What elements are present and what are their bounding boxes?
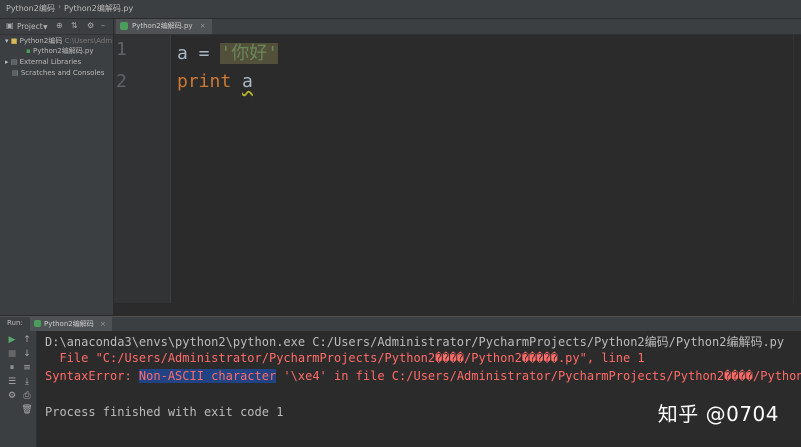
locate-icon[interactable]: ⊕ [56,21,63,31]
scratches-label: Scratches and Consoles [20,69,105,77]
tree-scratches[interactable]: ▤ Scratches and Consoles [12,69,104,78]
tree-root[interactable]: ▾ ■ Python2编码 C:\Users\Adm [5,37,112,46]
console-line-error: SyntaxError: Non-ASCII character '\xe4' … [45,369,801,383]
console-line-file: File "C:/Users/Administrator/PycharmProj… [45,351,644,365]
run-panel-header: Run: Python2编解码 × [0,316,801,331]
run-toolbar: ▶ ↑ ■ ↓ ⏸ ≡ ☰ ⤓ ⚙ ⎙ 🗑 [0,331,37,447]
watermark: 知乎 @0704 [657,402,779,426]
soft-wrap-icon[interactable]: ≡ [21,362,33,374]
editor-tab[interactable]: Python2编解码.py × [116,19,212,34]
scroll-to-end-icon[interactable]: ⤓ [21,376,33,388]
breadcrumb-project[interactable]: Python2编码 [6,3,55,14]
run-label: Run: [7,319,23,327]
folder-icon: ■ [10,37,18,45]
run-tab[interactable]: Python2编解码 × [30,317,112,331]
collapse-arrow-icon[interactable]: ▸ [5,58,9,66]
console-line-command: D:\anaconda3\envs\python2\python.exe C:/… [45,335,785,349]
navigation-bar: Python2编码 › Python2编解码.py [0,0,801,19]
line-number: 2 [116,71,127,92]
python-file-icon [120,22,128,30]
gear-icon[interactable]: ⚙ [87,21,94,31]
editor-tab-bar: Python2编解码.py × [114,19,801,35]
stop-icon[interactable]: ■ [6,348,18,360]
editor-tab-label: Python2编解码.py [132,22,193,30]
code-argument: a [242,71,253,92]
code-string: '你好' [220,43,279,64]
code-line-2[interactable]: print a [177,71,253,92]
python-file-icon [34,320,41,327]
project-header: ▣ Project ▼ ⊕ ⇅ ⚙ – [0,19,113,35]
dump-threads-icon[interactable]: ☰ [6,376,18,388]
selected-text: Non-ASCII character [138,369,277,383]
rerun-icon[interactable]: ▶ [6,334,18,346]
error-suffix: '\xe4' in file C:/Users/Administrator/Py… [276,369,801,383]
breadcrumb-file[interactable]: Python2编解码.py [64,3,133,14]
breadcrumb-separator-icon: › [58,2,62,11]
tree-root-label: Python2编码 [19,37,63,45]
hide-icon[interactable]: – [101,21,105,31]
library-icon: ▤ [10,58,18,66]
collapse-icon[interactable]: ⇅ [71,21,78,31]
code-line-1[interactable]: a = '你好' [177,39,279,65]
pause-icon[interactable]: ⏸ [6,362,18,374]
tree-file-item[interactable]: ▪ Python2编解码.py [26,47,94,56]
close-icon[interactable]: × [200,22,206,30]
tree-root-path: C:\Users\Adm [64,37,113,45]
code-variable: a [177,43,188,64]
tree-file-label: Python2编解码.py [32,47,94,55]
chevron-down-icon[interactable]: ▼ [43,23,48,33]
python-file-icon: ▪ [26,47,31,55]
code-operator: = [187,43,221,64]
down-arrow-icon[interactable]: ↓ [21,348,33,360]
run-tab-label: Python2编解码 [44,320,94,328]
console-line-exit: Process finished with exit code 1 [45,405,284,419]
project-label[interactable]: Project [17,22,43,31]
line-number: 1 [116,39,127,60]
scratches-icon: ▤ [12,69,19,77]
project-icon: ▣ [6,21,14,30]
code-keyword: print [177,71,232,92]
print-icon[interactable]: ⎙ [21,390,33,402]
expand-arrow-icon[interactable]: ▾ [5,37,9,45]
close-icon[interactable]: × [100,320,106,328]
error-prefix: SyntaxError: [45,369,139,383]
trash-icon[interactable]: 🗑 [21,404,33,416]
editor-scrollbar[interactable] [793,35,801,303]
settings-icon[interactable]: ⚙ [6,390,18,402]
external-libraries-label: External Libraries [19,58,82,66]
project-tool-window: ▣ Project ▼ ⊕ ⇅ ⚙ – ▾ ■ Python2编码 C:\Use… [0,19,114,315]
console-file-link[interactable]: File "C:/Users/Administrator/PycharmProj… [45,351,644,365]
tree-external-libraries[interactable]: ▸ ▤ External Libraries [5,58,81,67]
up-arrow-icon[interactable]: ↑ [21,334,33,346]
